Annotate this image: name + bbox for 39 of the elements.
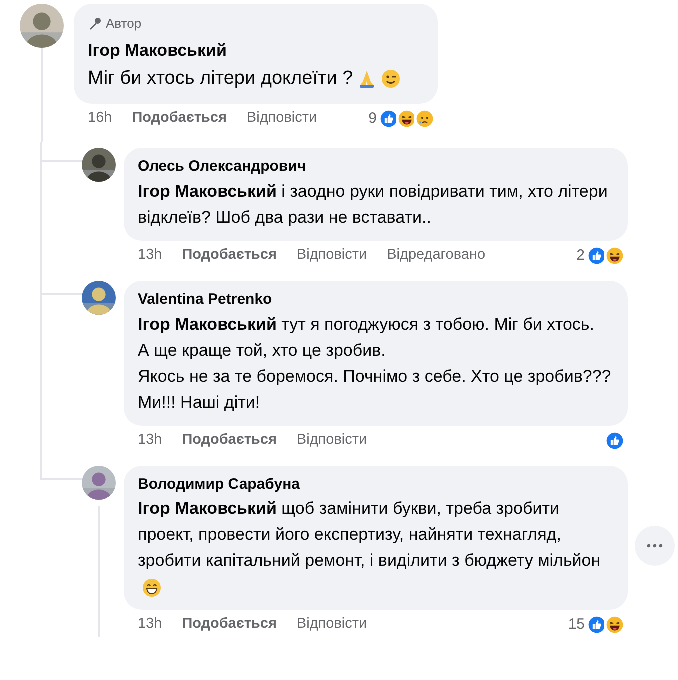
author-name[interactable]: Valentina Petrenko [138, 289, 614, 312]
reply-link[interactable]: Відповісти [246, 108, 318, 130]
like-reaction-icon [604, 430, 626, 452]
comment-text: Ігор Маковський щоб замінити букви, треба зробити проект, провести його експертизу, найняти технагляд, зробити капітальний ремонт, і виділити з бюджету мільйон [138, 496, 614, 600]
grinning-face-icon [142, 578, 162, 598]
reaction-count[interactable]: 2 [576, 244, 585, 267]
mention-link[interactable]: Ігор Маковський [138, 182, 277, 200]
reply-link[interactable]: Відповісти [296, 430, 368, 452]
reply-link[interactable]: Відповісти [296, 614, 368, 636]
author-name[interactable]: Ігор Маковський [88, 38, 424, 63]
mention-link[interactable]: Ігор Маковський [138, 499, 277, 518]
author-name[interactable]: Олесь Олександрович [138, 156, 614, 178]
comment-text: Якось не за те боремося. Почнімо з себе. Хто це зробив??? Ми!!! Наші діти! [138, 366, 612, 414]
reaction-count[interactable]: 15 [568, 614, 585, 636]
reply-link[interactable]: Відповісти [296, 244, 368, 267]
author-name[interactable]: Володимир Сарабуна [138, 474, 614, 496]
comment-text: Ігор Маковський і заодно руки повідривати тим, хто літери відклеїв? Шоб два рази не вставати.. [138, 180, 609, 228]
comment-time[interactable]: 13h [138, 614, 162, 636]
like-link[interactable]: Подобається [182, 244, 277, 267]
winking-face-icon [381, 69, 402, 90]
comment-text: Міг би хтось літери доклеїти ? [88, 67, 354, 91]
edited-label: Відредаговано [387, 246, 486, 265]
microphone-icon [88, 16, 102, 31]
laughing-face-icon [604, 614, 626, 636]
comment-text: А ще краще той, хто це зробив. [138, 340, 386, 362]
like-link[interactable]: Подобається [182, 614, 277, 636]
more-options-button[interactable] [635, 526, 675, 566]
more-icon [647, 544, 663, 548]
comment-time[interactable]: 13h [138, 244, 162, 267]
comment-time[interactable]: 16h [88, 108, 112, 130]
like-link[interactable]: Подобається [182, 430, 277, 452]
laughing-face-icon [604, 244, 626, 267]
comment-time[interactable]: 13h [138, 430, 162, 452]
reaction-count[interactable]: 9 [368, 108, 377, 130]
comment-text: Ігор Маковський тут я погоджуюся з тобою. Міг би хтось. [138, 314, 594, 336]
like-link[interactable]: Подобається [132, 108, 227, 130]
mention-link[interactable]: Ігор Маковський [138, 314, 277, 334]
crying-face-icon [414, 108, 436, 130]
author-label: Автор [106, 15, 142, 33]
